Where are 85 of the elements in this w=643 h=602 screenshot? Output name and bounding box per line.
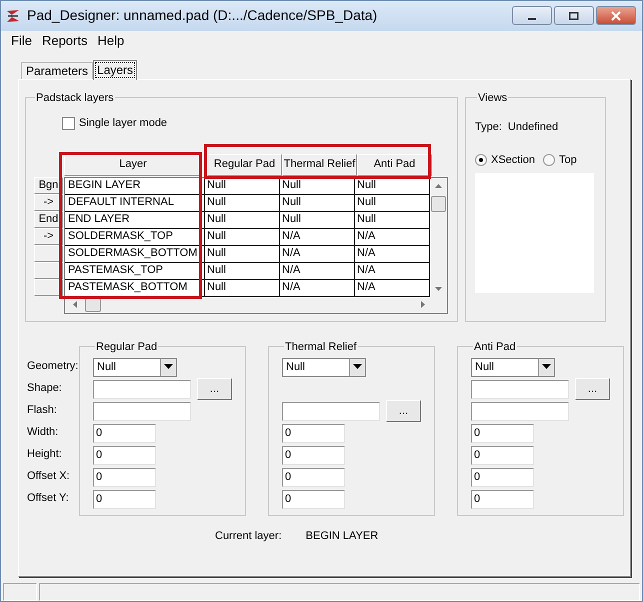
checkbox[interactable] — [62, 116, 75, 130]
input-field[interactable]: 0 — [93, 490, 156, 509]
app-icon — [5, 8, 21, 24]
tab[interactable]: Layers — [93, 60, 138, 80]
input-field[interactable]: 0 — [471, 424, 534, 443]
current-layer-label: Current layer: — [215, 528, 282, 544]
radio-label: Top — [559, 152, 577, 168]
column-header[interactable]: Thermal Relief — [282, 154, 357, 176]
dropdown[interactable]: Null — [282, 358, 366, 377]
scroll-right-icon[interactable] — [418, 300, 427, 310]
group-title: Views — [477, 90, 508, 106]
table-cell: N/A — [280, 280, 355, 296]
checkbox-label: Single layer mode — [79, 116, 168, 132]
input-field[interactable] — [93, 402, 191, 421]
input-field[interactable]: 0 — [471, 490, 534, 509]
vertical-scrollbar[interactable] — [430, 178, 447, 297]
table-cell: Null — [205, 228, 280, 245]
dropdown-arrow-icon — [164, 364, 173, 370]
field-label: Offset X: — [27, 469, 71, 484]
column-header[interactable]: Anti Pad — [357, 154, 432, 176]
minimize-icon — [528, 18, 536, 20]
table-cell: Null — [280, 178, 355, 194]
input-field[interactable]: 0 — [282, 490, 345, 509]
field-label: Shape: — [27, 381, 63, 396]
table-cell: Null — [205, 280, 280, 296]
group-title: Regular Pad — [95, 340, 158, 355]
field-label: Flash: — [27, 403, 58, 418]
dropdown[interactable]: Null — [93, 358, 177, 377]
minimize-button[interactable] — [512, 6, 552, 26]
row-button[interactable]: Bgn — [34, 176, 63, 194]
input-field[interactable]: 0 — [471, 468, 534, 487]
scroll-up-icon[interactable] — [434, 182, 443, 191]
close-button[interactable] — [596, 6, 636, 26]
group-title: Padstack layers — [35, 90, 115, 106]
maximize-button[interactable] — [554, 6, 594, 26]
browse-button[interactable]: ... — [197, 378, 232, 400]
dropdown-arrow-icon — [542, 364, 551, 370]
menu-item[interactable]: Reports — [38, 30, 92, 50]
browse-button[interactable]: ... — [386, 400, 421, 422]
field-label: Offset Y: — [27, 491, 70, 506]
scroll-thumb[interactable] — [431, 196, 446, 212]
group-title: Thermal Relief — [284, 340, 358, 355]
table-cell: Null — [205, 178, 280, 194]
type-label: Type: — [475, 120, 502, 136]
radio-button[interactable] — [543, 154, 556, 166]
scroll-left-icon[interactable] — [71, 300, 80, 310]
table-cell: N/A — [280, 228, 355, 245]
browse-button[interactable]: ... — [575, 378, 610, 400]
table-cell: Null — [205, 194, 280, 211]
status-pane — [3, 583, 37, 602]
field-label: Width: — [27, 425, 60, 440]
table-cell: N/A — [280, 246, 355, 262]
field-label: Geometry: — [27, 359, 79, 374]
column-header[interactable]: Regular Pad — [207, 154, 282, 176]
menu-item[interactable]: Help — [93, 30, 128, 50]
current-layer-value: BEGIN LAYER — [306, 528, 378, 544]
input-field[interactable]: 0 — [93, 468, 156, 487]
input-field[interactable]: 0 — [282, 446, 345, 465]
table-cell: Null — [280, 212, 355, 228]
table-cell: Null — [280, 194, 355, 211]
table-cell: N/A — [280, 262, 355, 279]
dropdown-arrow-icon — [353, 364, 362, 370]
input-field[interactable] — [471, 402, 569, 421]
maximize-icon — [569, 12, 579, 20]
field-label: Height: — [27, 447, 63, 462]
radio-label: XSection — [491, 152, 536, 168]
table-cell: Null — [205, 246, 280, 262]
dropdown[interactable]: Null — [471, 358, 555, 377]
radio-button[interactable] — [475, 154, 487, 166]
input-field[interactable] — [282, 402, 380, 421]
menu-item[interactable]: File — [7, 30, 36, 50]
input-field[interactable]: 0 — [93, 424, 156, 443]
input-field[interactable]: 0 — [282, 468, 345, 487]
input-field[interactable] — [93, 380, 191, 399]
input-field[interactable] — [471, 380, 569, 399]
input-field[interactable]: 0 — [471, 446, 534, 465]
column-header[interactable]: Layer — [64, 154, 202, 176]
close-icon — [611, 10, 621, 21]
input-field[interactable]: 0 — [282, 424, 345, 443]
window-title: Pad_Designer: unnamed.pad (D:.../Cadence/SPB_Data) — [27, 6, 378, 26]
table-cell: Null — [205, 212, 280, 228]
table-cell: Null — [205, 262, 280, 279]
type-value: Undefined — [508, 120, 558, 136]
group-title: Anti Pad — [473, 340, 517, 355]
input-field[interactable]: 0 — [93, 446, 156, 465]
